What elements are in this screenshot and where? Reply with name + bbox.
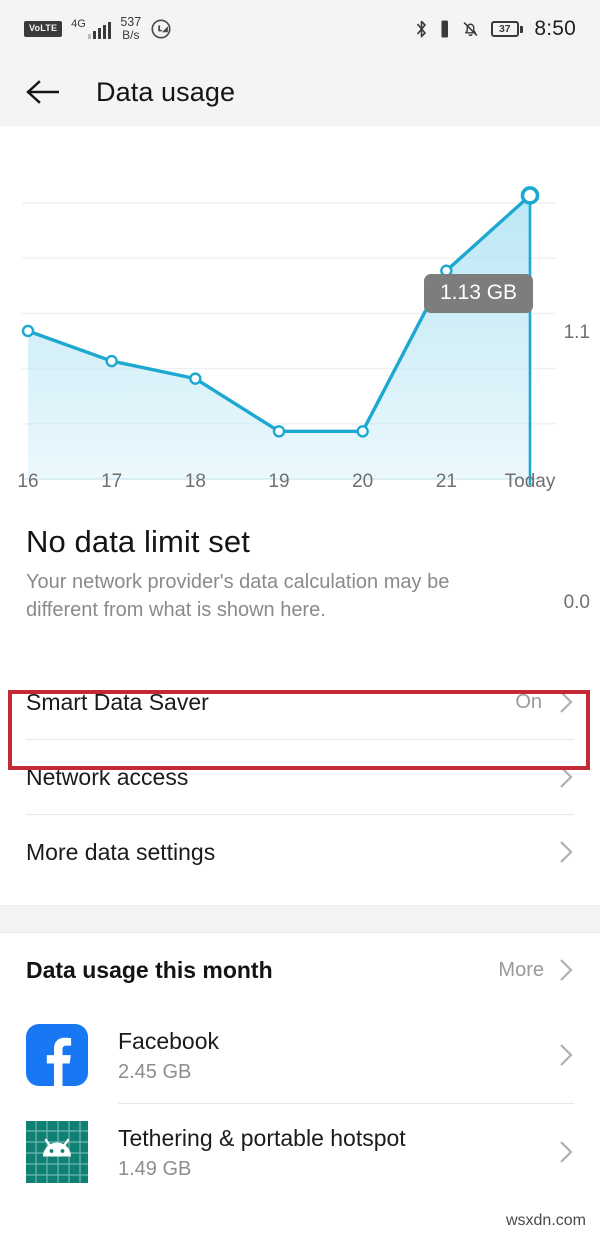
- chart-plot-area: [21, 186, 556, 485]
- chevron-right-icon: [558, 1138, 574, 1166]
- facebook-icon: [26, 1024, 88, 1087]
- app-row-tethering-texts: Tethering & portable hotspot 1.49 GB: [118, 1123, 558, 1181]
- app-data-size: 1.49 GB: [118, 1157, 192, 1180]
- chart-data-point[interactable]: [356, 425, 369, 438]
- data-limit-heading: No data limit set: [26, 524, 250, 559]
- x-axis-tick-17: 17: [101, 471, 123, 492]
- y-axis-tick-bottom: 0.0: [563, 592, 590, 613]
- usage-more-button[interactable]: More: [498, 956, 574, 984]
- row-more-data-settings-label: More data settings: [26, 838, 216, 865]
- chevron-right-icon: [558, 838, 574, 866]
- x-axis-tick-20: 20: [352, 471, 374, 492]
- row-smart-data-saver-value: On: [515, 690, 542, 713]
- chevron-right-icon: [558, 1041, 574, 1069]
- chart-data-point[interactable]: [272, 425, 286, 438]
- chevron-right-icon: [558, 688, 574, 716]
- back-arrow-icon[interactable]: [26, 79, 62, 105]
- y-axis-tick-top: 1.1: [563, 322, 590, 343]
- x-axis-tick-19: 19: [268, 471, 290, 492]
- data-usage-month-section: Data usage this month More Facebook 2.45…: [0, 933, 600, 1200]
- app-bar: Data usage: [0, 58, 600, 126]
- chart-data-point[interactable]: [21, 324, 35, 338]
- signal-bars-icon: 4G: [71, 18, 112, 39]
- battery-body: 37: [490, 21, 519, 37]
- status-bar-clock: 8:50: [534, 17, 576, 40]
- x-axis-tick-16: 16: [17, 471, 39, 492]
- row-network-access-right: [558, 763, 574, 791]
- page-title: Data usage: [96, 76, 236, 107]
- row-smart-data-saver-label: Smart Data Saver: [26, 688, 209, 715]
- usage-section-title: Data usage this month: [26, 956, 273, 983]
- app-name: Facebook: [118, 1028, 220, 1055]
- network-generation-label: 4G: [71, 18, 86, 30]
- x-axis-tick-today: Today: [504, 471, 556, 492]
- data-saver-icon: [150, 18, 172, 40]
- usage-section-header: Data usage this month More: [0, 933, 600, 1007]
- facebook-icon-tile: [26, 1024, 88, 1087]
- battery-percent-label: 37: [498, 22, 511, 35]
- watermark: wsxdn.com: [505, 1212, 586, 1229]
- data-limit-block: No data limit set Your network provider'…: [0, 520, 600, 624]
- row-network-access-label: Network access: [26, 763, 189, 790]
- status-bar-right-group: 37 8:50: [415, 17, 576, 41]
- status-bar: VoLTE 4G 537 B/s 37 8:50: [0, 0, 600, 58]
- data-speed-indicator: 537 B/s: [120, 16, 141, 42]
- x-axis-ticks: 16 17 18 19 20 21 Today: [0, 471, 600, 501]
- row-network-access[interactable]: Network access: [0, 740, 600, 814]
- bluetooth-icon: [415, 19, 428, 39]
- bell-muted-icon: [461, 19, 480, 39]
- chart-canvas: [0, 126, 600, 520]
- settings-list: Smart Data Saver On Network access More …: [0, 665, 600, 890]
- data-usage-chart: 1.13 GB 1.1 0.0 16 17 18 19 20 21 Today: [0, 126, 600, 613]
- section-separator: [0, 905, 600, 934]
- android-hotspot-icon: [26, 1121, 88, 1184]
- usage-more-label: More: [498, 958, 544, 981]
- volte-icon: VoLTE: [24, 21, 63, 37]
- data-limit-subtext: Your network provider's data calculation…: [26, 571, 450, 621]
- app-row-facebook-texts: Facebook 2.45 GB: [118, 1026, 558, 1084]
- x-axis-tick-18: 18: [184, 471, 206, 492]
- chart-tooltip-badge: 1.13 GB: [424, 274, 534, 314]
- chevron-right-icon: [558, 956, 574, 984]
- row-more-data-settings[interactable]: More data settings: [0, 815, 600, 889]
- signal-strength-bars: [87, 22, 112, 39]
- row-more-data-settings-right: [558, 838, 574, 866]
- chart-data-point[interactable]: [189, 372, 202, 385]
- vibrate-icon: [439, 19, 450, 39]
- app-row-facebook[interactable]: Facebook 2.45 GB: [0, 1007, 600, 1103]
- app-name: Tethering & portable hotspot: [118, 1125, 406, 1152]
- chevron-right-icon: [558, 763, 574, 791]
- row-smart-data-saver-right: On: [515, 688, 574, 716]
- battery-tip: [520, 25, 524, 33]
- battery-icon: 37: [490, 21, 524, 37]
- android-hotspot-icon-tile: [26, 1121, 88, 1184]
- app-data-size: 2.45 GB: [118, 1060, 192, 1083]
- status-bar-left-group: VoLTE 4G 537 B/s: [24, 16, 172, 42]
- row-smart-data-saver[interactable]: Smart Data Saver On: [0, 665, 600, 739]
- data-speed-unit: B/s: [122, 28, 140, 43]
- chart-data-point[interactable]: [105, 354, 118, 368]
- app-row-tethering[interactable]: Tethering & portable hotspot 1.49 GB: [0, 1104, 600, 1200]
- chart-data-point[interactable]: [520, 186, 540, 205]
- x-axis-tick-21: 21: [435, 471, 457, 492]
